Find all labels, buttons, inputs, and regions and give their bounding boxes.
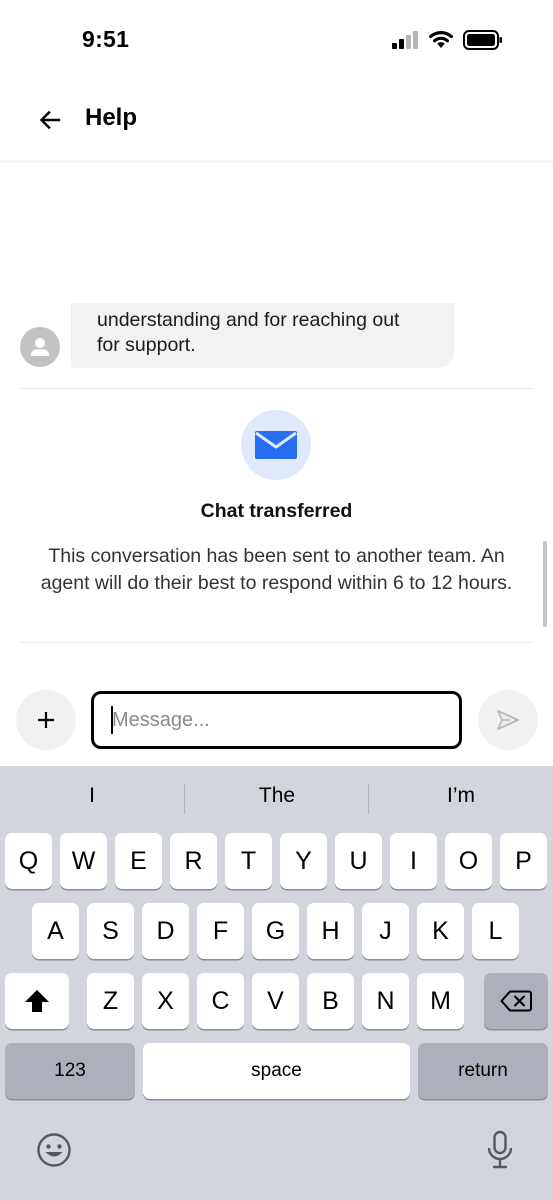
key-i[interactable]: I (390, 833, 437, 889)
key-o[interactable]: O (445, 833, 492, 889)
plus-icon (38, 712, 54, 728)
key-g[interactable]: G (252, 903, 299, 959)
key-f[interactable]: F (197, 903, 244, 959)
suggestion-item[interactable]: I’m (369, 784, 553, 808)
scrollbar-thumb[interactable] (543, 541, 547, 627)
key-p[interactable]: P (500, 833, 547, 889)
key-s[interactable]: S (87, 903, 134, 959)
cellular-signal-icon (392, 31, 418, 49)
suggestion-item[interactable]: I (0, 784, 184, 808)
backspace-key[interactable] (484, 973, 548, 1029)
message-input[interactable] (91, 691, 462, 749)
message-line: for support. (97, 334, 196, 356)
key-k[interactable]: K (417, 903, 464, 959)
key-d[interactable]: D (142, 903, 189, 959)
key-y[interactable]: Y (280, 833, 327, 889)
divider (20, 642, 533, 643)
microphone-icon (487, 1130, 513, 1169)
send-icon (497, 710, 519, 730)
suggestion-bar: I The I’m (0, 766, 553, 830)
key-r[interactable]: R (170, 833, 217, 889)
status-time: 9:51 (82, 26, 130, 52)
add-attachment-button[interactable] (16, 690, 76, 750)
key-h[interactable]: H (307, 903, 354, 959)
numbers-key[interactable]: 123 (5, 1043, 135, 1099)
transfer-status-title: Chat transferred (200, 500, 353, 522)
divider (20, 388, 533, 389)
key-a[interactable]: A (32, 903, 79, 959)
message-line: understanding and for reaching out (97, 309, 400, 331)
text-cursor (111, 706, 113, 734)
key-j[interactable]: J (362, 903, 409, 959)
battery-icon (463, 30, 502, 50)
mail-icon-badge (241, 410, 311, 480)
emoji-icon (37, 1133, 71, 1167)
arrow-left-icon (39, 110, 61, 130)
key-x[interactable]: X (142, 973, 189, 1029)
suggestion-item[interactable]: The (185, 784, 369, 808)
send-button[interactable] (478, 690, 538, 750)
agent-avatar (20, 327, 60, 367)
page-title: Help (85, 104, 138, 131)
return-key[interactable]: return (418, 1043, 548, 1099)
backspace-icon (500, 990, 532, 1012)
key-n[interactable]: N (362, 973, 409, 1029)
dictation-button[interactable] (480, 1128, 520, 1172)
back-button[interactable] (32, 102, 68, 138)
key-q[interactable]: Q (5, 833, 52, 889)
app-header: Help (0, 80, 553, 162)
space-key[interactable]: space (143, 1043, 410, 1099)
emoji-button[interactable] (34, 1130, 74, 1170)
key-u[interactable]: U (335, 833, 382, 889)
onscreen-keyboard: I The I’m Q W E R T Y U I O P A S D F G … (0, 766, 553, 1200)
mail-icon (255, 431, 297, 459)
key-b[interactable]: B (307, 973, 354, 1029)
key-z[interactable]: Z (87, 973, 134, 1029)
agent-message-bubble: understanding and for reaching out for s… (71, 303, 454, 368)
key-l[interactable]: L (472, 903, 519, 959)
key-c[interactable]: C (197, 973, 244, 1029)
key-m[interactable]: M (417, 973, 464, 1029)
person-icon (31, 338, 49, 356)
key-e[interactable]: E (115, 833, 162, 889)
transfer-status-body: This conversation has been sent to anoth… (40, 545, 513, 594)
wifi-icon (429, 31, 453, 48)
key-t[interactable]: T (225, 833, 272, 889)
key-w[interactable]: W (60, 833, 107, 889)
chat-thread[interactable]: understanding and for reaching out for s… (0, 163, 553, 683)
status-bar: 9:51 (0, 0, 553, 80)
shift-key[interactable] (5, 973, 69, 1029)
key-v[interactable]: V (252, 973, 299, 1029)
shift-icon (25, 990, 49, 1012)
